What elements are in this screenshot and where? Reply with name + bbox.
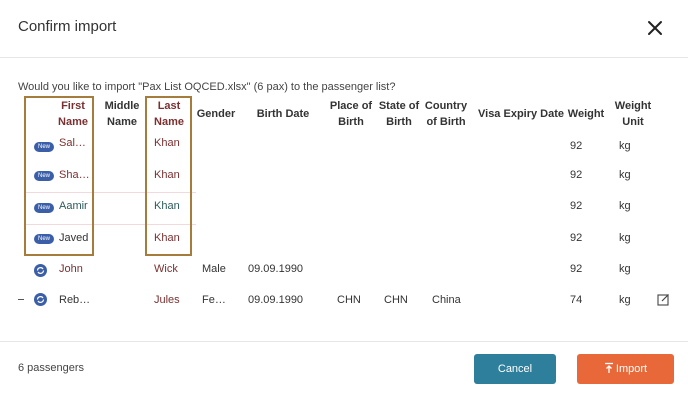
sync-icon <box>34 293 47 306</box>
edit-icon[interactable] <box>657 293 670 306</box>
row-separator <box>24 224 196 225</box>
first-name-cell: Reb… <box>59 294 91 306</box>
close-icon[interactable] <box>644 17 666 39</box>
cancel-button[interactable]: Cancel <box>474 354 556 384</box>
dialog-header: Confirm import <box>0 0 688 58</box>
birth-date-cell: 09.09.1990 <box>248 263 304 275</box>
weight-unit-cell: kg <box>619 232 631 244</box>
import-label: Import <box>615 363 648 375</box>
header-weight-unit: Weight Unit <box>614 100 652 128</box>
passenger-count: 6 passengers <box>18 362 85 374</box>
header-weight: Weight <box>567 108 605 120</box>
gender-cell: Male <box>202 263 226 275</box>
weight-cell: 92 <box>570 200 583 212</box>
birth-date-cell: 09.09.1990 <box>248 294 304 306</box>
header-state-of-birth: State of Birth <box>378 100 420 128</box>
header-middle-name: Middle Name <box>104 100 140 128</box>
first-name-cell: Javed <box>59 232 89 244</box>
last-name-cell: Jules <box>154 294 180 306</box>
row-separator <box>24 192 196 193</box>
weight-cell: 92 <box>570 263 583 275</box>
last-name-cell: Khan <box>154 200 180 212</box>
weight-unit-cell: kg <box>619 263 631 275</box>
gender-cell: Fe… <box>202 294 226 306</box>
weight-cell: 74 <box>570 294 583 306</box>
first-name-cell: Sal… <box>59 137 86 149</box>
weight-unit-cell: kg <box>619 140 631 152</box>
sync-icon <box>34 264 47 277</box>
header-last-name: Last Name <box>154 100 184 128</box>
weight-cell: 92 <box>570 169 583 181</box>
weight-unit-cell: kg <box>619 169 631 181</box>
row-drag-handle[interactable] <box>18 299 24 300</box>
new-badge: New <box>34 203 54 213</box>
last-name-cell: Khan <box>154 137 180 149</box>
place-of-birth-cell: CHN <box>337 294 361 306</box>
header-birth-date: Birth Date <box>256 108 310 120</box>
header-visa-expiry: Visa Expiry Date <box>478 108 565 120</box>
last-name-cell: Khan <box>154 169 180 181</box>
dialog-title: Confirm import <box>18 18 117 35</box>
new-badge: New <box>34 171 54 181</box>
weight-unit-cell: kg <box>619 200 631 212</box>
weight-unit-cell: kg <box>619 294 631 306</box>
header-gender: Gender <box>196 108 236 120</box>
new-badge: New <box>34 234 54 244</box>
header-place-of-birth: Place of Birth <box>329 100 373 128</box>
first-name-cell: Sha… <box>59 169 90 181</box>
state-of-birth-cell: CHN <box>384 294 408 306</box>
header-country-of-birth: Country of Birth <box>424 100 468 128</box>
last-name-cell: Wick <box>154 263 178 275</box>
new-badge: New <box>34 142 54 152</box>
last-name-cell: Khan <box>154 232 180 244</box>
passenger-table: First Name Middle Name Last Name Gender Bir… <box>18 96 678 318</box>
header-first-name: First Name <box>58 100 88 128</box>
weight-cell: 92 <box>570 232 583 244</box>
weight-cell: 92 <box>570 140 583 152</box>
country-of-birth-cell: China <box>432 294 461 306</box>
import-question: Would you like to import "Pax List OQCED… <box>18 81 396 93</box>
first-name-cell: John <box>59 263 83 275</box>
import-button[interactable]: Import <box>577 354 674 384</box>
upload-icon <box>604 362 613 373</box>
first-name-cell: Aamir <box>59 200 88 212</box>
footer-divider <box>0 341 688 342</box>
